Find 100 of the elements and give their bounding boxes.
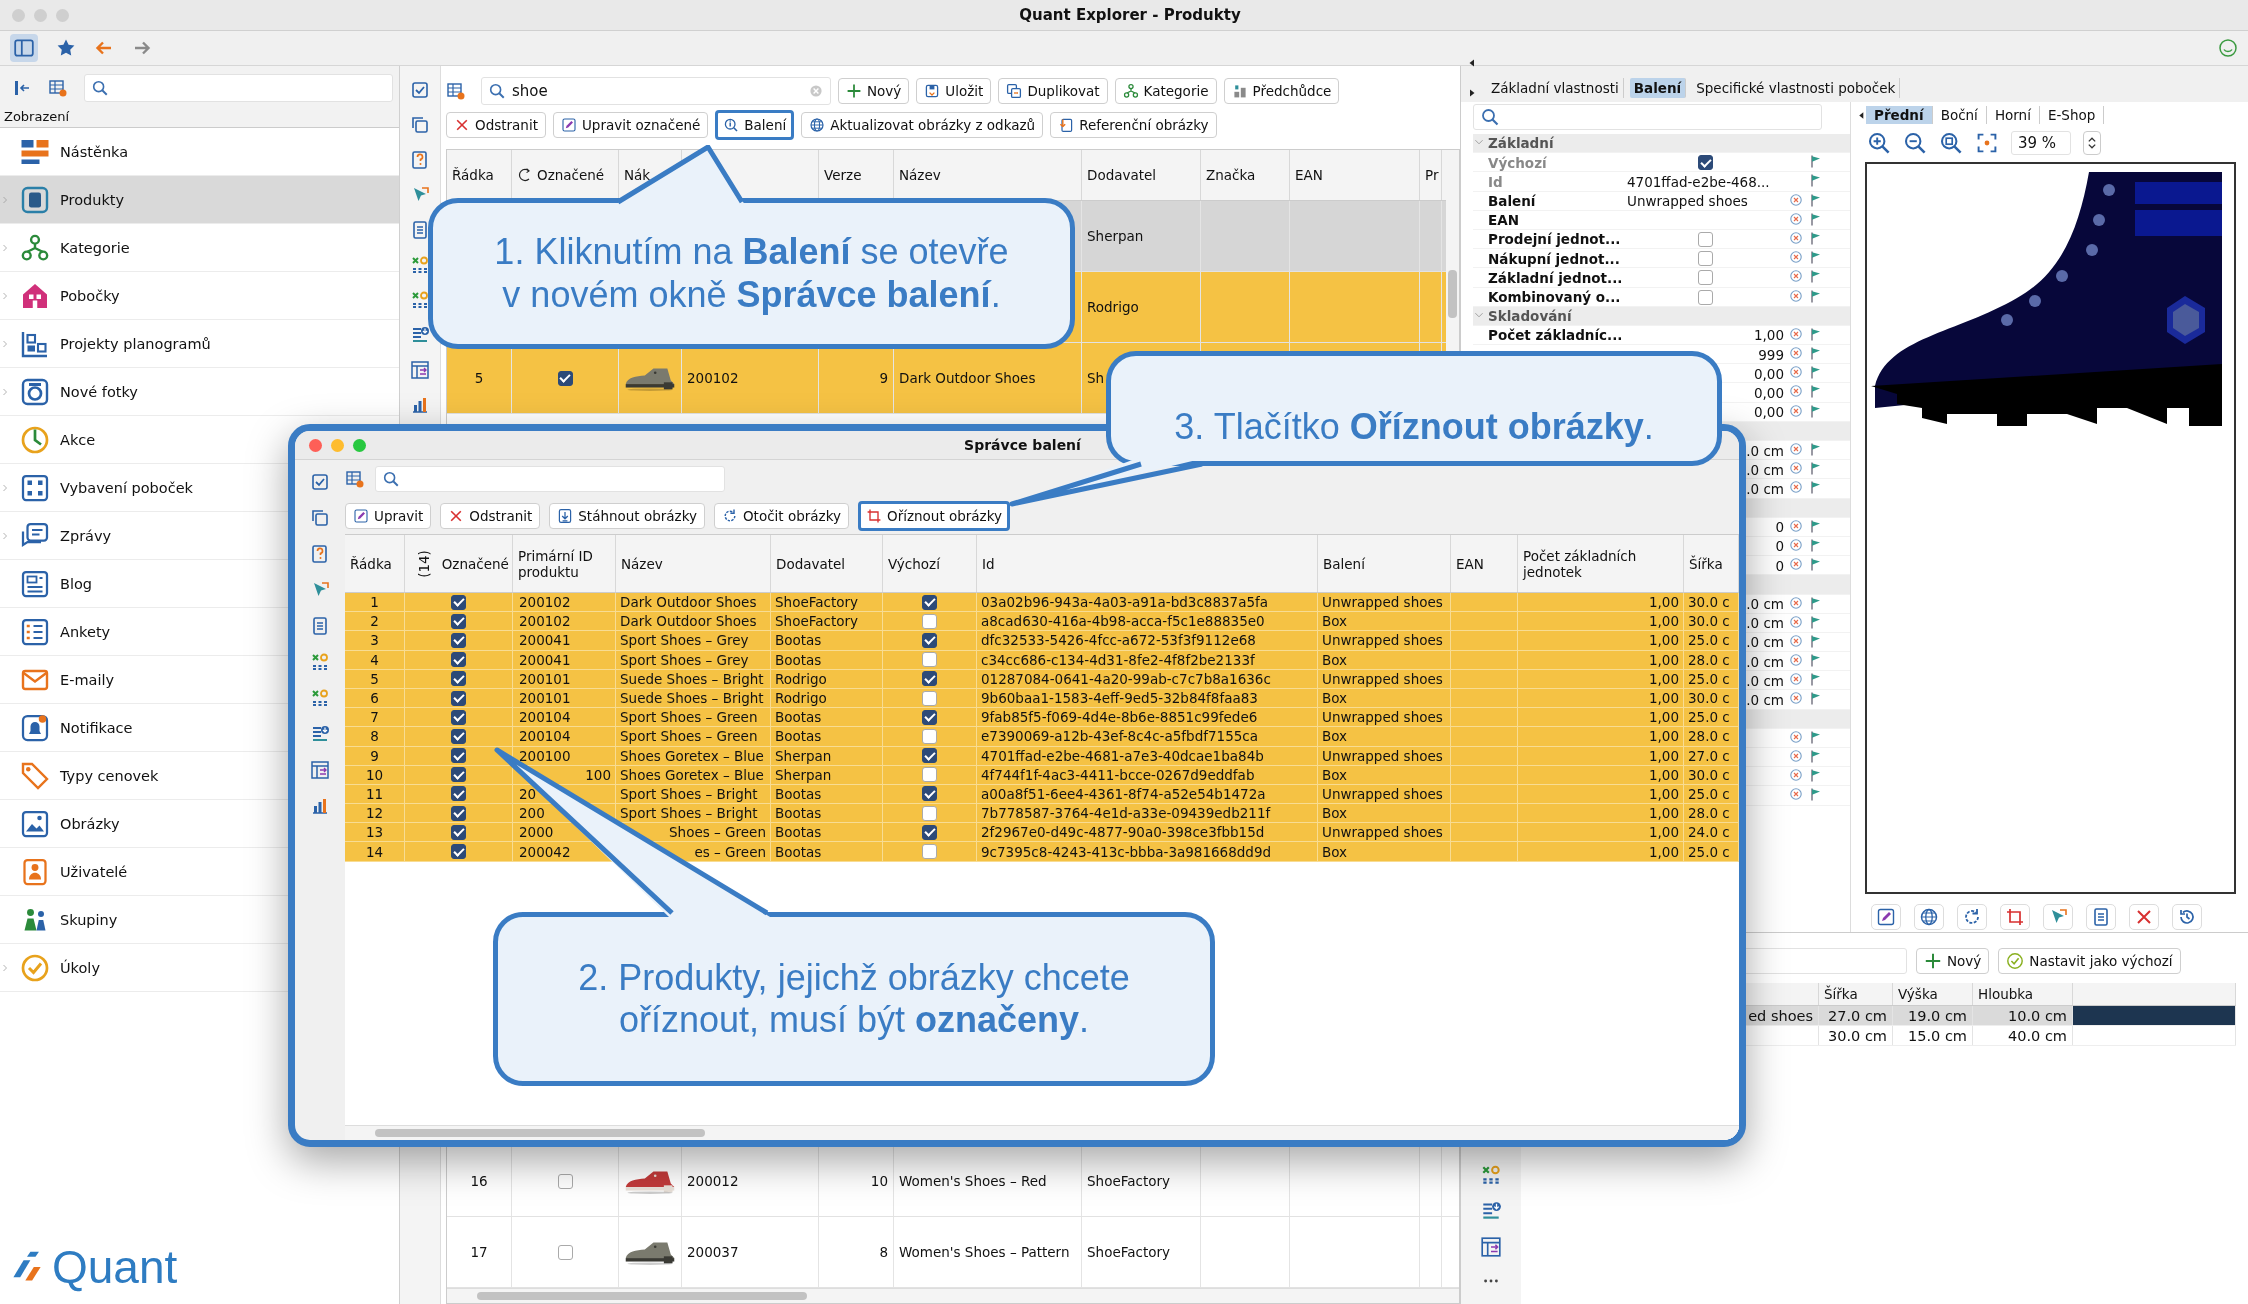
- column-header[interactable]: EAN: [1295, 167, 1323, 183]
- scrollbar-thumb[interactable]: [1448, 270, 1457, 318]
- toolbar-button[interactable]: Nový: [838, 78, 910, 104]
- tab[interactable]: Boční: [1932, 106, 1987, 124]
- import-icon[interactable]: [410, 325, 430, 345]
- property-value[interactable]: 4701ffad-e2be-468...: [1627, 173, 1770, 190]
- toolbar-button[interactable]: Kategorie: [1114, 78, 1217, 104]
- reset-icon[interactable]: [1788, 191, 1804, 208]
- checkbox[interactable]: [922, 824, 937, 840]
- zoom-reset-icon[interactable]: [1939, 131, 1963, 155]
- checkbox[interactable]: [1698, 289, 1713, 305]
- table-row[interactable]: 12 200 Sport Shoes – Bright Bootas 7b778587-3764-4e1d-a33e-09439edb211f Box 1,00 28.0 c: [345, 804, 1739, 824]
- checkbox[interactable]: [922, 690, 937, 706]
- star-icon[interactable]: [56, 38, 76, 58]
- import-icon[interactable]: [310, 724, 330, 744]
- checkbox[interactable]: [451, 844, 466, 860]
- bar-chart-icon[interactable]: [410, 395, 430, 415]
- property-value[interactable]: 0: [1775, 519, 1784, 536]
- table-settings-icon[interactable]: [345, 469, 365, 489]
- checkbox[interactable]: [451, 613, 466, 629]
- action-button[interactable]: Balení: [715, 110, 795, 140]
- toolbar-button[interactable]: Předchůdce: [1223, 78, 1340, 104]
- reset-icon[interactable]: [1788, 345, 1804, 362]
- property-value[interactable]: Unwrapped shoes: [1627, 193, 1748, 210]
- smiley-icon[interactable]: [2218, 38, 2238, 58]
- table-row[interactable]: 6 200101 Suede Shoes – Bright Rodrigo 9b60baa1-1583-4eff-9ed5-32b84f8faa83 Box 1,00 30.0 c: [345, 688, 1739, 709]
- property-value[interactable]: 999: [1758, 346, 1784, 363]
- link-button[interactable]: [1914, 904, 1944, 930]
- collapse-left-icon[interactable]: [1467, 58, 1477, 68]
- import-icon[interactable]: [1480, 1200, 1502, 1222]
- reset-icon[interactable]: [1788, 671, 1804, 688]
- reset-icon[interactable]: [1788, 536, 1804, 553]
- sidebar-toggle-icon[interactable]: [10, 34, 38, 62]
- column-header[interactable]: Název: [621, 555, 663, 572]
- toolbar-button[interactable]: Uložit: [916, 78, 992, 104]
- property-value[interactable]: 0: [1775, 557, 1784, 574]
- tab[interactable]: Balení: [1629, 78, 1687, 98]
- sidebar-item[interactable]: Projekty planogramů: [0, 320, 399, 368]
- cursor-button[interactable]: [2043, 904, 2073, 930]
- property-value[interactable]: .0 cm: [1746, 596, 1784, 612]
- checkbox[interactable]: [451, 767, 466, 783]
- table-row[interactable]: 13 2000 Shoes – Green Bootas 2f2967e0-d49c-4877-90a0-398ce3fbb15d Unwrapped shoes 1,00 24.0 c: [345, 823, 1739, 843]
- bar-chart-icon[interactable]: [310, 796, 330, 816]
- property-value[interactable]: .0 cm: [1746, 634, 1784, 651]
- property-value[interactable]: .0 cm: [1746, 672, 1784, 689]
- reset-icon[interactable]: [1788, 402, 1804, 419]
- property-value[interactable]: .0 cm: [1746, 480, 1784, 497]
- help-document-icon[interactable]: [410, 150, 430, 170]
- action-button[interactable]: Odstranit: [440, 503, 541, 529]
- property-value[interactable]: .0 cm: [1746, 691, 1784, 708]
- checkbox[interactable]: [451, 728, 466, 744]
- checkbox[interactable]: [451, 748, 466, 764]
- checkbox[interactable]: [922, 844, 937, 860]
- property-value[interactable]: .0 cm: [1746, 653, 1784, 670]
- tab[interactable]: E-Shop: [2039, 106, 2105, 124]
- checkbox[interactable]: [922, 594, 937, 610]
- checkbox[interactable]: [1698, 270, 1713, 286]
- property-value[interactable]: .0 cm: [1746, 461, 1784, 478]
- reset-icon[interactable]: [1788, 229, 1804, 246]
- document-icon[interactable]: [310, 616, 330, 636]
- tab[interactable]: Základní vlastnosti: [1487, 78, 1624, 98]
- sidebar-item[interactable]: Kategorie: [0, 224, 399, 272]
- action-button[interactable]: Otočit obrázky: [714, 503, 849, 529]
- crop-button[interactable]: [2000, 904, 2030, 930]
- checkbox[interactable]: [451, 824, 466, 840]
- column-header[interactable]: Hloubka: [1978, 986, 2034, 1002]
- scrollbar-thumb[interactable]: [375, 1129, 705, 1137]
- reset-icon[interactable]: [1788, 556, 1804, 573]
- column-header[interactable]: Výška: [1898, 986, 1938, 1002]
- search-field[interactable]: [84, 74, 393, 102]
- table-row[interactable]: 2 200102 Dark Outdoor Shoes ShoeFactory a8cad630-416a-4b98-acca-f5c1e88835e0 Box 1,00 30.0 c: [345, 612, 1739, 632]
- reset-icon[interactable]: [1788, 460, 1804, 477]
- property-value[interactable]: 1,00: [1753, 327, 1784, 344]
- tab[interactable]: Přední: [1866, 106, 1933, 124]
- edit-button[interactable]: [1871, 904, 1901, 930]
- action-button[interactable]: Upravit: [345, 503, 432, 529]
- column-header[interactable]: Šířka: [1689, 555, 1723, 572]
- export-icon[interactable]: [1480, 1164, 1502, 1186]
- export-icon[interactable]: [410, 290, 430, 310]
- checkbox[interactable]: [451, 805, 466, 821]
- search-field[interactable]: [375, 466, 725, 492]
- reset-icon[interactable]: [1788, 632, 1804, 649]
- table-row[interactable]: 1 200102 Dark Outdoor Shoes ShoeFactory 03a02b96-943a-4a03-a91a-bd3c8837a5fa Unwrapped shoes 1,00 30.0 c: [345, 593, 1739, 613]
- reset-icon[interactable]: [1788, 594, 1804, 611]
- sidebar-item[interactable]: Nové fotky: [0, 368, 399, 416]
- export-icon[interactable]: [310, 652, 330, 672]
- copy-button[interactable]: [2086, 904, 2116, 930]
- checkbox[interactable]: [922, 709, 937, 725]
- tab[interactable]: Specifické vlastnosti poboček: [1692, 78, 1901, 98]
- column-header[interactable]: Nák: [624, 167, 651, 183]
- checkbox[interactable]: [922, 728, 937, 744]
- column-header[interactable]: Výchozí: [888, 555, 940, 572]
- zoom-in-icon[interactable]: [1867, 131, 1891, 155]
- window-control[interactable]: [309, 438, 322, 452]
- action-button[interactable]: Oříznout obrázky: [858, 501, 1011, 531]
- toolbar-button[interactable]: Nastavit jako výchozí: [1998, 948, 2181, 974]
- table-row[interactable]: 5 200101 Suede Shoes – Bright Rodrigo 01287084-0641-4a20-99ab-c7c7b8a1636c Unwrapped shoes 1,00 25.0 c: [345, 669, 1739, 689]
- reset-icon[interactable]: [1788, 748, 1804, 764]
- checkbox[interactable]: [451, 690, 466, 706]
- checkbox[interactable]: [922, 748, 937, 764]
